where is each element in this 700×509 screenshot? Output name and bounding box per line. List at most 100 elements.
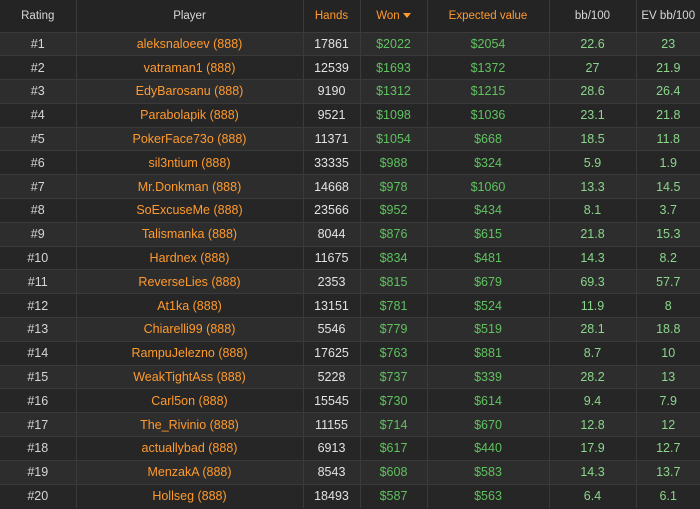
table-row[interactable]: #5 PokerFace73o (888) 11371 $1054 $668 18.5 11… [0, 127, 700, 151]
ev-bb100-cell: 12 [635, 412, 700, 437]
table-row[interactable]: #6 sil3ntium (888) 33335 $988 $324 5.9 1.9 [0, 150, 700, 175]
expected-value-cell: $1060 [426, 174, 549, 199]
rank-cell: #9 [30, 227, 45, 242]
table-row[interactable]: #7 Mr.Donkman (888) 14668 $978 $1060 13.3 14.5 [0, 174, 700, 199]
bb100-cell: 28.6 [548, 79, 636, 104]
table-row[interactable]: #9 Talismanka (888) 8044 $876 $615 21.8 15.3 [0, 222, 700, 247]
table-row[interactable]: #16 Carl5on (888) 15545 $730 $614 9.4 7.9 [0, 388, 700, 413]
player-link[interactable]: MenzakA (888) [75, 460, 303, 485]
table-row[interactable]: #14 RampuJelezno (888) 17625 $763 $881 8.7 10 [0, 341, 700, 366]
player-link[interactable]: Mr.Donkman (888) [75, 174, 303, 199]
rank-cell: #1 [30, 36, 45, 51]
player-link[interactable]: ReverseLies (888) [75, 269, 303, 294]
rank-cell: #15 [27, 370, 49, 385]
table-row[interactable]: #15 WeakTightAss (888) 5228 $737 $339 28.2 13 [0, 365, 700, 389]
player-link[interactable]: actuallybad (888) [75, 436, 303, 461]
rank-cell: #13 [27, 322, 49, 337]
ev-bb100-cell: 23 [635, 32, 700, 56]
ev-bb100-cell: 21.9 [635, 55, 700, 80]
player-link[interactable]: Chiarelli99 (888) [75, 317, 303, 342]
bb100-cell: 23.1 [548, 103, 636, 128]
table-row[interactable]: #8 SoExcuseMe (888) 23566 $952 $434 8.1 3.7 [0, 198, 700, 223]
won-cell: $2022 [359, 32, 427, 56]
caret-down-icon [402, 12, 411, 18]
hands-cell: 8543 [302, 460, 360, 485]
hands-cell: 17625 [302, 341, 360, 366]
won-cell: $587 [359, 484, 427, 508]
won-column-header[interactable]: Won [359, 0, 427, 32]
header-row: Rating Player Hands Won Expected value b… [0, 0, 700, 32]
player-link[interactable]: SoExcuseMe (888) [75, 198, 303, 223]
table-row[interactable]: #19 MenzakA (888) 8543 $608 $583 14.3 13.7 [0, 460, 700, 485]
ev-bb100-cell: 8 [635, 293, 700, 318]
ev-bb100-cell: 7.9 [635, 388, 700, 413]
bb100-cell: 8.1 [548, 198, 636, 223]
ev-bb100-cell: 14.5 [635, 174, 700, 199]
rank-cell: #3 [30, 84, 45, 99]
hands-cell: 9521 [302, 103, 360, 128]
player-link[interactable]: PokerFace73o (888) [75, 127, 303, 151]
expected-value-cell: $434 [426, 198, 549, 223]
table-row[interactable]: #10 Hardnex (888) 11675 $834 $481 14.3 8.2 [0, 246, 700, 270]
player-link[interactable]: vatraman1 (888) [75, 55, 303, 80]
bb100-cell: 9.4 [548, 388, 636, 413]
expected-value-cell: $339 [426, 365, 549, 389]
table-row[interactable]: #18 actuallybad (888) 6913 $617 $440 17.9 12.7 [0, 436, 700, 461]
rank-cell: #12 [27, 298, 49, 313]
player-link[interactable]: Carl5on (888) [75, 388, 303, 413]
rating-column-header[interactable]: Rating [0, 0, 76, 32]
player-column-header[interactable]: Player [75, 0, 303, 32]
rank-cell: #10 [27, 251, 49, 266]
player-link[interactable]: Talismanka (888) [75, 222, 303, 247]
hands-column-header[interactable]: Hands [302, 0, 360, 32]
bb100-cell: 69.3 [548, 269, 636, 294]
player-link[interactable]: The_Rivinio (888) [75, 412, 303, 437]
table-row[interactable]: #12 At1ka (888) 13151 $781 $524 11.9 8 [0, 293, 700, 318]
hands-cell: 5546 [302, 317, 360, 342]
player-link[interactable]: Hollseg (888) [75, 484, 303, 508]
rank-cell: #14 [27, 346, 49, 361]
expected-value-cell: $1215 [426, 79, 549, 104]
expected-value-column-header[interactable]: Expected value [426, 0, 549, 32]
won-cell: $952 [359, 198, 427, 223]
won-cell: $608 [359, 460, 427, 485]
hands-cell: 6913 [302, 436, 360, 461]
bb100-cell: 14.3 [548, 460, 636, 485]
rank-cell: #8 [30, 203, 45, 218]
player-link[interactable]: Hardnex (888) [75, 246, 303, 270]
player-link[interactable]: EdyBarosanu (888) [75, 79, 303, 104]
player-link[interactable]: At1ka (888) [75, 293, 303, 318]
player-link[interactable]: sil3ntium (888) [75, 150, 303, 175]
table-header: Rating Player Hands Won Expected value b… [0, 0, 700, 32]
table-row[interactable]: #3 EdyBarosanu (888) 9190 $1312 $1215 28.6 26.… [0, 79, 700, 104]
won-cell: $1312 [359, 79, 427, 104]
expected-value-cell: $614 [426, 388, 549, 413]
bb100-cell: 5.9 [548, 150, 636, 175]
won-cell: $815 [359, 269, 427, 294]
table-row[interactable]: #20 Hollseg (888) 18493 $587 $563 6.4 6.1 [0, 484, 700, 508]
expected-value-cell: $2054 [426, 32, 549, 56]
bb100-cell: 27 [548, 55, 636, 80]
table-row[interactable]: #11 ReverseLies (888) 2353 $815 $679 69.3 57.7 [0, 269, 700, 294]
table-row[interactable]: #4 Parabolapik (888) 9521 $1098 $1036 23.1 21.… [0, 103, 700, 128]
hands-cell: 11675 [302, 246, 360, 270]
player-link[interactable]: WeakTightAss (888) [75, 365, 303, 389]
table-row[interactable]: #17 The_Rivinio (888) 11155 $714 $670 12.8 12 [0, 412, 700, 437]
table-row[interactable]: #1 aleksnaloeev (888) 17861 $2022 $2054 22.6 2… [0, 32, 700, 56]
player-link[interactable]: aleksnaloeev (888) [75, 32, 303, 56]
rank-cell: #2 [30, 60, 45, 75]
bb100-cell: 12.8 [548, 412, 636, 437]
bb100-column-header[interactable]: bb/100 [548, 0, 636, 32]
player-link[interactable]: RampuJelezno (888) [75, 341, 303, 366]
expected-value-cell: $670 [426, 412, 549, 437]
won-cell: $779 [359, 317, 427, 342]
table-row[interactable]: #2 vatraman1 (888) 12539 $1693 $1372 27 21.9 [0, 55, 700, 80]
player-link[interactable]: Parabolapik (888) [75, 103, 303, 128]
ev-bb100-column-header[interactable]: EV bb/100 [635, 0, 700, 32]
hands-cell: 17861 [302, 32, 360, 56]
bb100-cell: 18.5 [548, 127, 636, 151]
expected-value-cell: $563 [426, 484, 549, 508]
table-row[interactable]: #13 Chiarelli99 (888) 5546 $779 $519 28.1 18.8 [0, 317, 700, 342]
expected-value-cell: $481 [426, 246, 549, 270]
hands-cell: 9190 [302, 79, 360, 104]
